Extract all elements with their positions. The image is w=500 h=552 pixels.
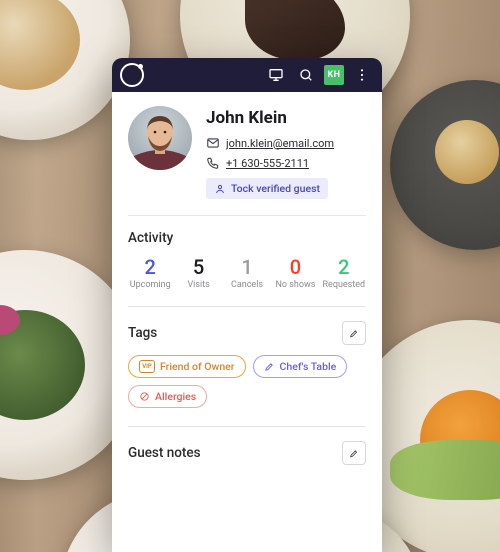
- pencil-icon: [264, 361, 275, 372]
- display-button[interactable]: [264, 63, 288, 87]
- phone-link[interactable]: +1 630-555-2111: [226, 157, 309, 170]
- activity-stats: 2 Upcoming 5 Visits 1 Cancels 0 No shows 2 Reques…: [128, 256, 366, 290]
- activity-title: Activity: [128, 230, 173, 246]
- stat-value: 2: [322, 256, 366, 278]
- monitor-icon: [268, 67, 284, 83]
- stat-visits[interactable]: 5 Visits: [176, 256, 220, 290]
- tag-chef-s-table[interactable]: Chef's Table: [253, 355, 348, 378]
- stat-requested[interactable]: 2 Requested: [322, 256, 366, 290]
- stat-label: Requested: [322, 280, 366, 290]
- stat-cancels[interactable]: 1 Cancels: [225, 256, 269, 290]
- prohibit-icon: [139, 391, 150, 402]
- pencil-icon: [349, 447, 359, 460]
- stat-value: 5: [176, 256, 220, 278]
- avatar-image: [128, 106, 192, 170]
- person-icon: [214, 183, 226, 195]
- logo-icon: [120, 63, 144, 87]
- stat-value: 2: [128, 256, 172, 278]
- stat-label: Visits: [176, 280, 220, 290]
- email-icon: [206, 136, 220, 150]
- stat-value: 0: [273, 256, 317, 278]
- pencil-icon: [349, 327, 359, 340]
- tag-friend-of-owner[interactable]: VIP Friend of Owner: [128, 355, 246, 378]
- activity-section: Activity 2 Upcoming 5 Visits 1 Cancels 0 No sho…: [128, 216, 366, 290]
- stat-label: No shows: [273, 280, 317, 290]
- email-row: john.klein@email.com: [206, 136, 366, 150]
- notes-section: Guest notes: [128, 427, 366, 465]
- search-icon: [298, 67, 314, 83]
- more-button[interactable]: [350, 63, 374, 87]
- tag-label: Chef's Table: [280, 360, 337, 373]
- tag-label: Friend of Owner: [160, 360, 235, 373]
- guest-card: KH: [112, 58, 382, 552]
- stat-value: 1: [225, 256, 269, 278]
- stat-label: Cancels: [225, 280, 269, 290]
- tag-allergies[interactable]: Allergies: [128, 385, 207, 408]
- stat-upcoming[interactable]: 2 Upcoming: [128, 256, 172, 290]
- tag-label: Allergies: [155, 390, 196, 403]
- guest-name: John Klein: [206, 108, 366, 128]
- stat-no-shows[interactable]: 0 No shows: [273, 256, 317, 290]
- edit-notes-button[interactable]: [342, 441, 366, 465]
- vip-icon: VIP: [139, 360, 155, 373]
- avatar-initials: KH: [327, 70, 340, 80]
- phone-row: +1 630-555-2111: [206, 156, 366, 170]
- titlebar: KH: [112, 58, 382, 92]
- app-logo[interactable]: [120, 63, 144, 87]
- notes-title: Guest notes: [128, 445, 201, 461]
- tags-title: Tags: [128, 325, 157, 341]
- verified-label: Tock verified guest: [231, 182, 320, 195]
- tag-list: VIP Friend of Owner Chef's Table Allergies: [128, 355, 366, 408]
- email-link[interactable]: john.klein@email.com: [226, 137, 334, 150]
- verified-badge: Tock verified guest: [206, 178, 328, 199]
- more-vertical-icon: [354, 67, 370, 83]
- phone-icon: [206, 156, 220, 170]
- current-user-avatar[interactable]: KH: [324, 65, 344, 85]
- edit-tags-button[interactable]: [342, 321, 366, 345]
- tags-section: Tags VIP Friend of Owner Chef's Table Aller…: [128, 307, 366, 408]
- profile-header: John Klein john.klein@email.com +1 630-5…: [128, 106, 366, 199]
- search-button[interactable]: [294, 63, 318, 87]
- guest-avatar[interactable]: [128, 106, 192, 170]
- stat-label: Upcoming: [128, 280, 172, 290]
